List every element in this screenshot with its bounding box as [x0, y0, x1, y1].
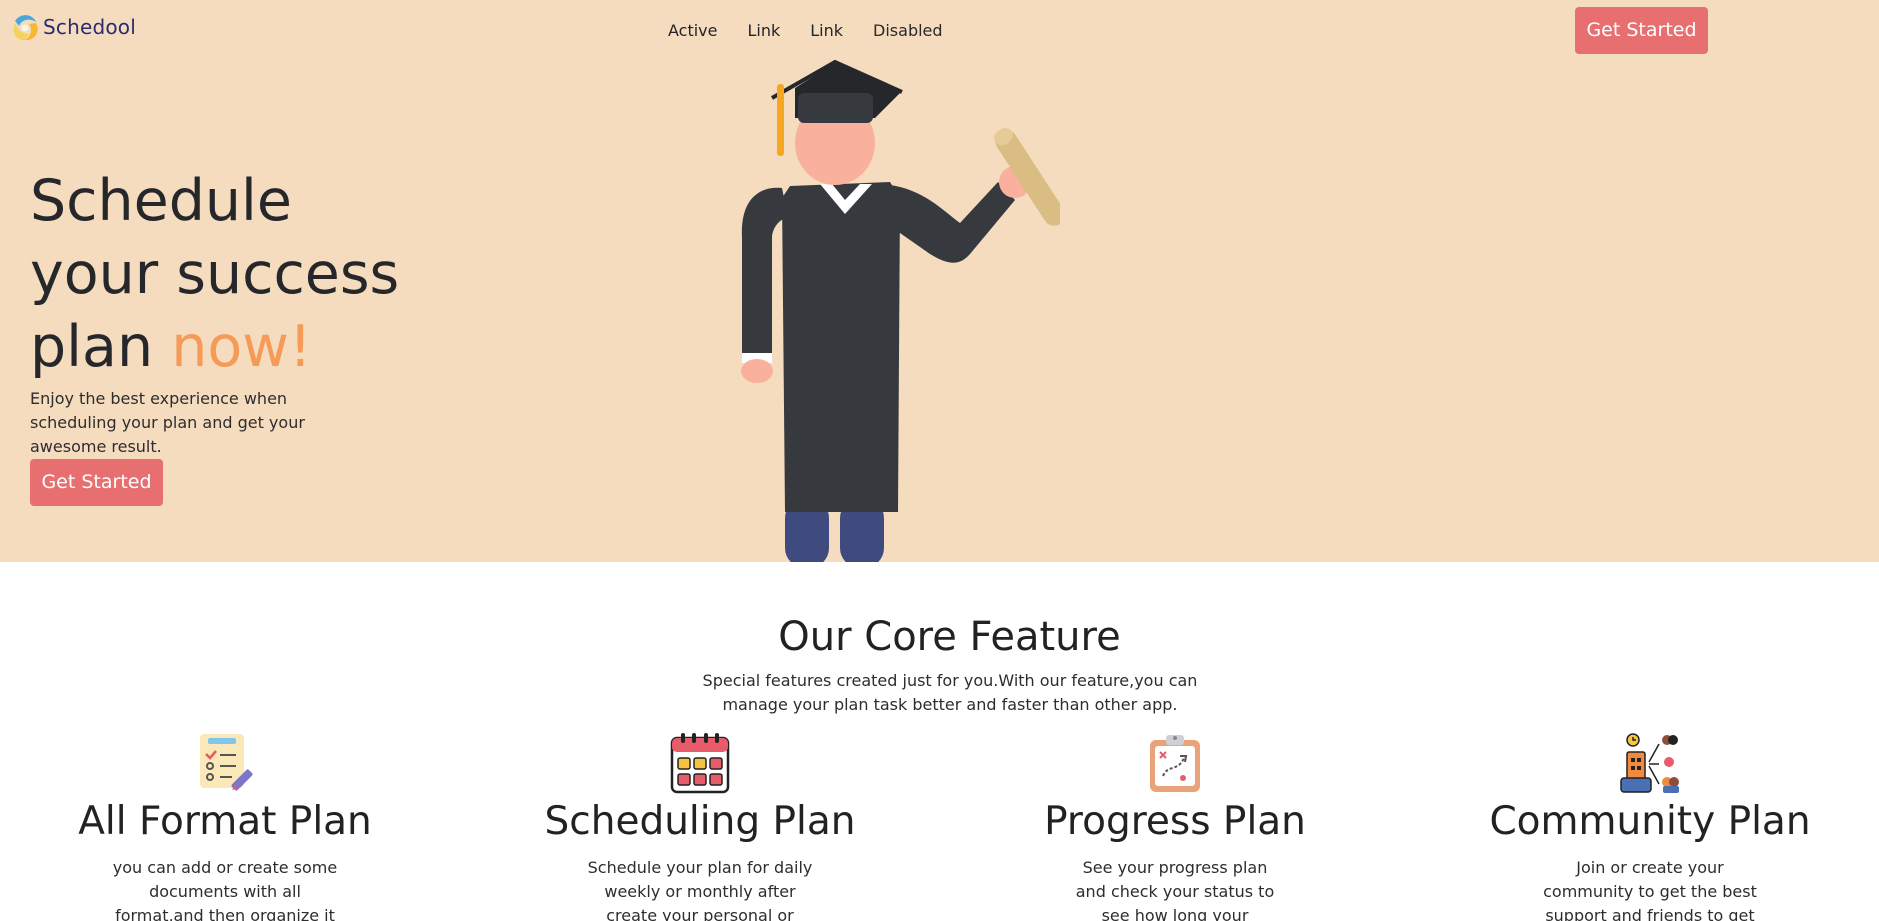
nav-item-link-2[interactable]: Link: [795, 20, 858, 42]
feature-card-community: Community Plan Join or create your commu…: [1430, 732, 1870, 921]
nav-item-active[interactable]: Active: [653, 20, 733, 42]
community-icon: [1620, 733, 1679, 793]
hero-section: Schedool Active Link Link Disabled Get S…: [0, 0, 1879, 562]
main-nav: Active Link Link Disabled: [653, 20, 958, 42]
headline-line-2: your success: [30, 241, 400, 307]
headline-line-1: Schedule: [30, 168, 292, 234]
hero-headline: Schedule your success plan now!: [30, 165, 410, 384]
feature-description: you can add or create some documents wit…: [112, 858, 338, 921]
feature-card-all-format: All Format Plan you can add or create so…: [5, 732, 445, 921]
feature-card-progress: Progress Plan See your progress plan and…: [955, 732, 1395, 921]
graduate-illustration: [741, 59, 1060, 562]
feature-title: Scheduling Plan: [544, 799, 856, 844]
feature-title: Community Plan: [1489, 799, 1811, 844]
feature-card-scheduling: Scheduling Plan Schedule your plan for d…: [480, 732, 920, 921]
headline-line-3: plan: [30, 314, 172, 380]
clipboard-strategy-icon: [1150, 735, 1200, 792]
calendar-icon: [670, 733, 730, 794]
feature-title: All Format Plan: [78, 799, 372, 844]
hero-subtitle: Enjoy the best experience when schedulin…: [30, 389, 305, 456]
header-get-started-button[interactable]: Get Started: [1575, 7, 1708, 54]
feature-description: Join or create your community to get the…: [1543, 858, 1757, 921]
brand-logo-icon: [13, 15, 38, 41]
brand[interactable]: Schedool: [11, 12, 136, 42]
brand-name: Schedool: [43, 15, 136, 39]
hero-get-started-button[interactable]: Get Started: [30, 459, 163, 506]
checklist-icon: [200, 734, 253, 791]
headline-accent: now!: [171, 314, 312, 380]
feature-description: See your progress plan and check your st…: [1075, 858, 1275, 921]
feature-title: Progress Plan: [1044, 799, 1306, 844]
core-feature-title: Our Core Feature: [778, 614, 1121, 660]
nav-item-disabled: Disabled: [873, 21, 943, 40]
nav-item-link-1[interactable]: Link: [733, 20, 796, 42]
feature-description: Schedule your plan for daily weekly or m…: [587, 858, 813, 921]
core-feature-subtitle: Special features created just for you.Wi…: [702, 671, 1198, 714]
